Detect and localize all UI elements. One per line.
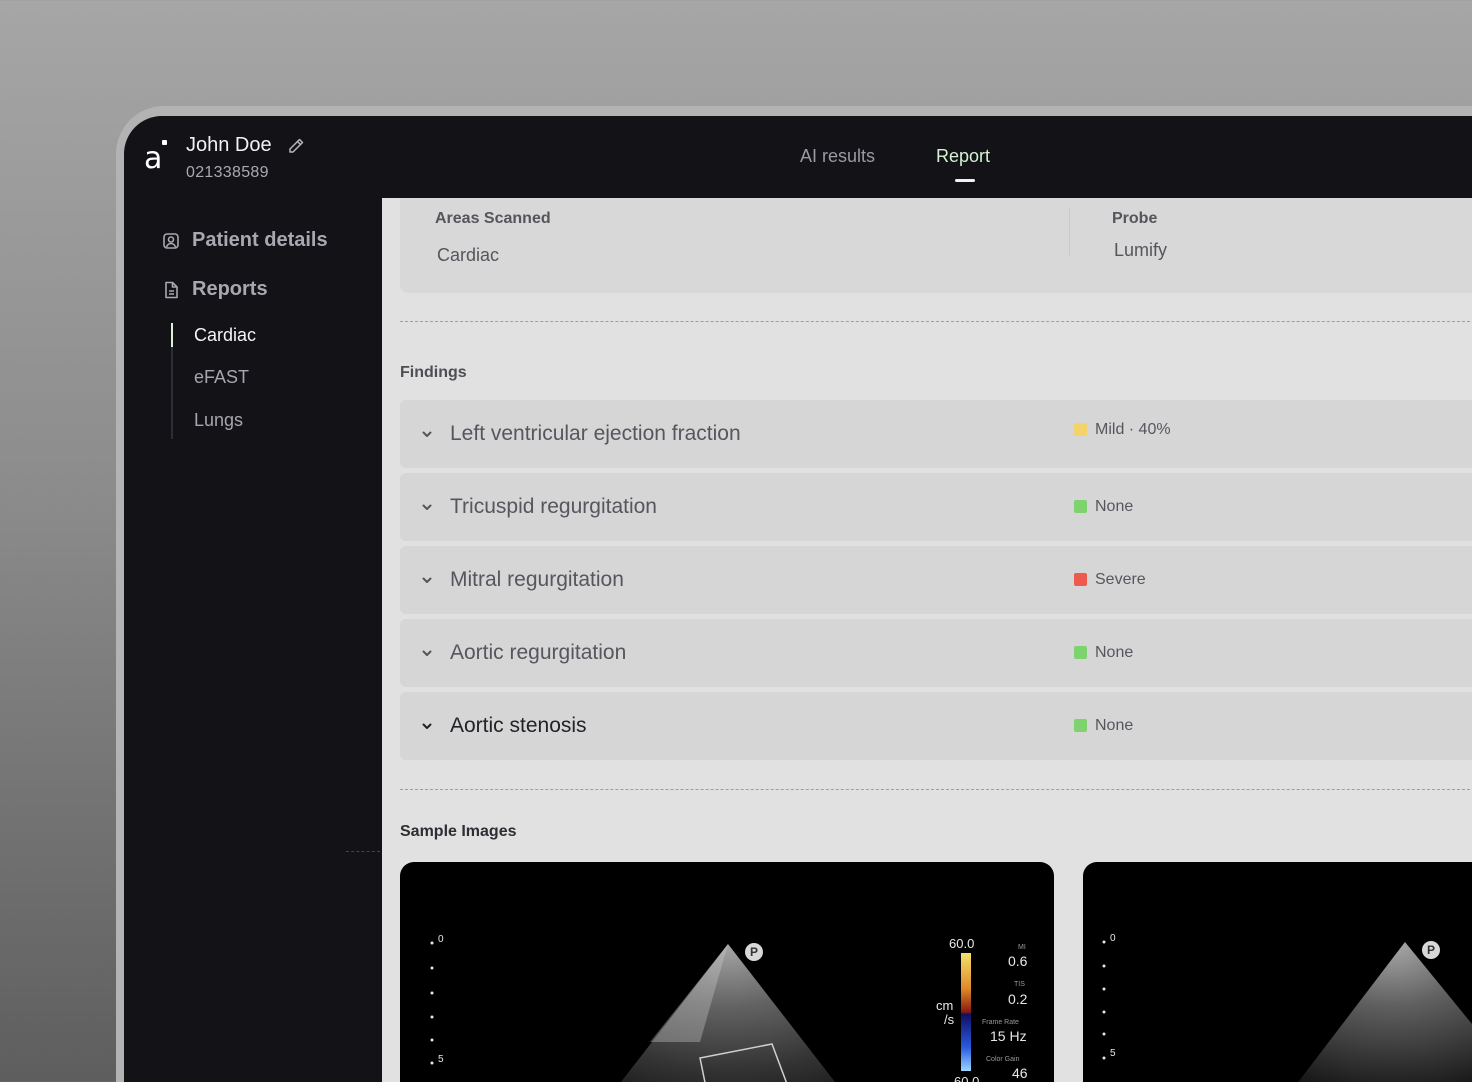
severity-indicator xyxy=(1074,719,1087,732)
severity-label: None xyxy=(1095,644,1134,661)
severity-label: None xyxy=(1095,498,1134,515)
finding-name: Tricuspid regurgitation xyxy=(450,495,657,518)
app-logo: a xyxy=(144,140,168,174)
finding-name: Aortic regurgitation xyxy=(450,641,627,664)
color-gain-label: Color Gain xyxy=(986,1056,1020,1063)
probe-marker: P xyxy=(750,945,759,959)
finding-row[interactable]: Aortic stenosis None xyxy=(400,692,1472,760)
tis-label: TIS xyxy=(1014,981,1025,988)
depth-bottom-label: 5 xyxy=(438,1054,444,1065)
sidebar-item-efast[interactable]: eFAST xyxy=(194,367,249,388)
chevron-down-icon xyxy=(422,504,432,510)
sidebar-item-lungs[interactable]: Lungs xyxy=(194,410,243,431)
velocity-unit: cm xyxy=(936,998,954,1013)
chevron-down-icon xyxy=(422,723,432,729)
report-panel: Areas Scanned Cardiac Probe Lumify Findi… xyxy=(382,198,1472,1082)
ultrasound-image-card[interactable]: P 0 5 xyxy=(1083,862,1472,1082)
velocity-unit-denominator: /s xyxy=(944,1012,955,1027)
frame-rate-label: Frame Rate xyxy=(982,1019,1019,1026)
areas-scanned-value: Cardiac xyxy=(437,245,500,265)
app-screen: a John Doe 021338589 AI results Report P… xyxy=(124,116,1472,1082)
sidebar-item-label: Reports xyxy=(192,278,268,300)
patient-name: John Doe xyxy=(186,134,272,156)
depth-top-label: 0 xyxy=(438,934,444,945)
finding-row[interactable]: Mitral regurgitation Severe xyxy=(400,546,1472,614)
sidebar-item-label: Patient details xyxy=(192,229,328,251)
divider xyxy=(1069,208,1070,256)
finding-row[interactable]: Tricuspid regurgitation None xyxy=(400,473,1472,541)
finding-name: Aortic stenosis xyxy=(450,714,587,737)
tab-report[interactable]: Report xyxy=(936,146,990,167)
frame-rate-value: 15 Hz xyxy=(990,1028,1027,1044)
chevron-down-icon xyxy=(422,577,432,583)
patient-id: 021338589 xyxy=(186,164,269,181)
tis-value: 0.2 xyxy=(1008,991,1028,1007)
sidebar-item-reports[interactable]: Reports xyxy=(162,278,268,301)
severity-label: Severe xyxy=(1095,571,1146,588)
chevron-down-icon xyxy=(422,431,432,437)
severity-indicator xyxy=(1074,500,1087,513)
scan-info-card: Areas Scanned Cardiac Probe Lumify xyxy=(400,198,1472,293)
section-divider xyxy=(400,789,1472,790)
velocity-scale-bottom: 60.0 xyxy=(954,1074,980,1082)
section-divider xyxy=(400,321,1472,322)
severity-label: None xyxy=(1095,717,1134,734)
finding-name: Left ventricular ejection fraction xyxy=(450,422,741,445)
document-icon xyxy=(165,281,178,298)
sample-images-title: Sample Images xyxy=(400,823,517,840)
severity-indicator xyxy=(1074,646,1087,659)
areas-scanned-label: Areas Scanned xyxy=(435,210,551,227)
findings-title: Findings xyxy=(400,364,467,381)
finding-name: Mitral regurgitation xyxy=(450,568,624,591)
finding-row[interactable]: Aortic regurgitation None xyxy=(400,619,1472,687)
velocity-scale-top: 60.0 xyxy=(949,936,975,951)
probe-marker: P xyxy=(1427,943,1436,957)
active-tab-indicator xyxy=(955,179,975,182)
mi-label: MI xyxy=(1018,944,1026,951)
color-gain-value: 46 xyxy=(1012,1065,1028,1081)
probe-label: Probe xyxy=(1112,210,1158,227)
user-badge-icon xyxy=(163,232,179,249)
ultrasound-image-card[interactable]: P 0 5 60.0 cm /s 60.0 MI 0.6 TIS 0.2 Fra… xyxy=(400,862,1054,1082)
chevron-down-icon xyxy=(422,650,432,656)
finding-row[interactable]: Left ventricular ejection fraction Mild … xyxy=(400,400,1472,468)
severity-label: Mild · 40% xyxy=(1095,421,1171,438)
mi-value: 0.6 xyxy=(1008,953,1028,969)
ultrasound-scan-image xyxy=(430,941,971,1082)
subnav-active-indicator xyxy=(171,323,173,347)
edit-pencil-icon[interactable] xyxy=(286,136,306,156)
probe-value: Lumify xyxy=(1114,240,1168,260)
depth-top-label: 0 xyxy=(1110,933,1116,944)
sidebar-item-cardiac[interactable]: Cardiac xyxy=(194,325,256,346)
sidebar-item-patient-details[interactable]: Patient details xyxy=(162,229,328,252)
severity-indicator xyxy=(1074,423,1087,436)
divider xyxy=(346,851,380,852)
ultrasound-scan-image xyxy=(1102,940,1472,1082)
tab-ai-results[interactable]: AI results xyxy=(800,146,875,167)
severity-indicator xyxy=(1074,573,1087,586)
depth-bottom-label: 5 xyxy=(1110,1048,1116,1059)
